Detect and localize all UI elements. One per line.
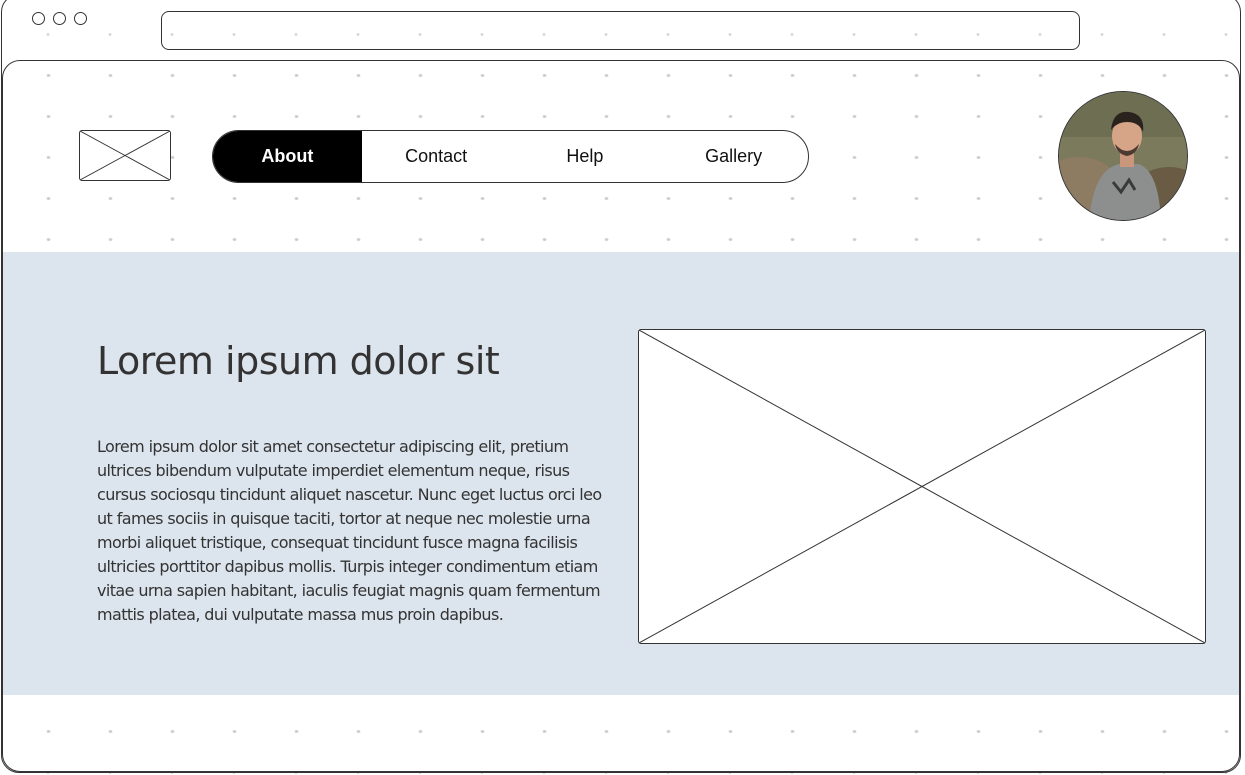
avatar-photo (1059, 92, 1187, 220)
image-placeholder-icon (639, 330, 1205, 643)
user-avatar[interactable] (1058, 91, 1188, 221)
web-page: About Contact Help Gallery Lorem ipsum d… (2, 60, 1240, 772)
image-placeholder-icon (80, 131, 170, 180)
window-controls (32, 12, 87, 25)
hero-section: Lorem ipsum dolor sit Lorem ipsum dolor … (3, 252, 1239, 695)
address-bar[interactable] (161, 11, 1080, 50)
nav-item-gallery[interactable]: Gallery (659, 131, 808, 182)
logo-placeholder-icon[interactable] (79, 130, 171, 181)
hero-image-placeholder (638, 329, 1206, 644)
window-minimize-button[interactable] (53, 12, 66, 25)
nav-item-about[interactable]: About (213, 131, 362, 182)
window-maximize-button[interactable] (74, 12, 87, 25)
nav-item-help[interactable]: Help (511, 131, 660, 182)
window-close-button[interactable] (32, 12, 45, 25)
hero-body-text: Lorem ipsum dolor sit amet consectetur a… (97, 437, 602, 624)
nav-item-contact[interactable]: Contact (362, 131, 511, 182)
main-navigation: About Contact Help Gallery (212, 130, 809, 183)
hero-title: Lorem ipsum dolor sit (97, 339, 500, 383)
